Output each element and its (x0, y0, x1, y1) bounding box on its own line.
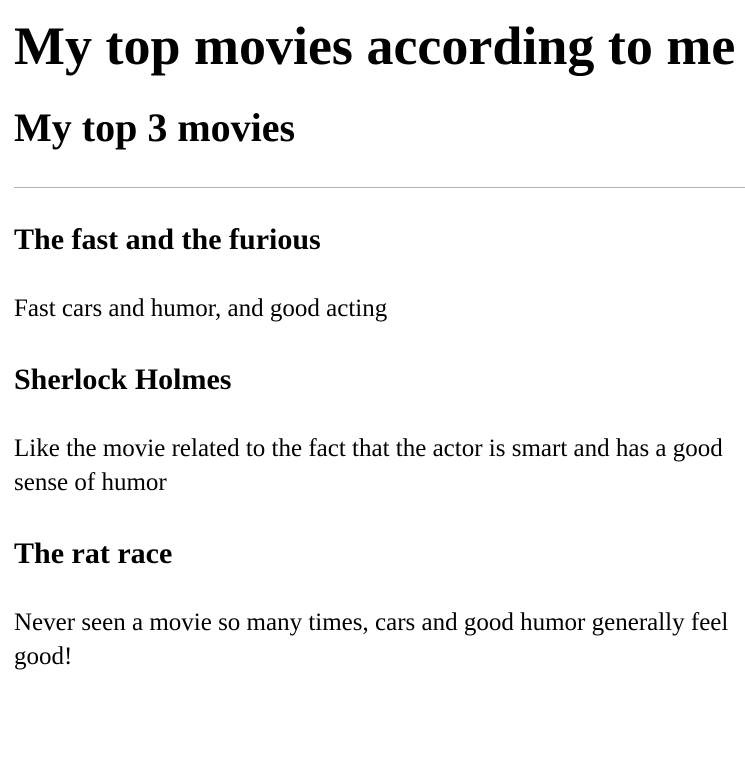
page-content: My top movies according to me My top 3 m… (0, 14, 745, 674)
movie-title: The rat race (14, 537, 173, 570)
page-title: My top movies according to me (14, 16, 736, 76)
movie-item: The rat race Never seen a movie so many … (14, 535, 745, 674)
movie-title: The fast and the furious (14, 223, 321, 256)
page-subtitle: My top 3 movies (14, 105, 296, 150)
movie-title: Sherlock Holmes (14, 363, 232, 396)
movie-description: Never seen a movie so many times, cars a… (14, 609, 729, 670)
movie-description: Like the movie related to the fact that … (14, 435, 723, 496)
movie-item: The fast and the furious Fast cars and h… (14, 221, 745, 326)
movie-item: Sherlock Holmes Like the movie related t… (14, 361, 745, 500)
divider (14, 187, 745, 188)
movie-description: Fast cars and humor, and good acting (14, 295, 388, 322)
